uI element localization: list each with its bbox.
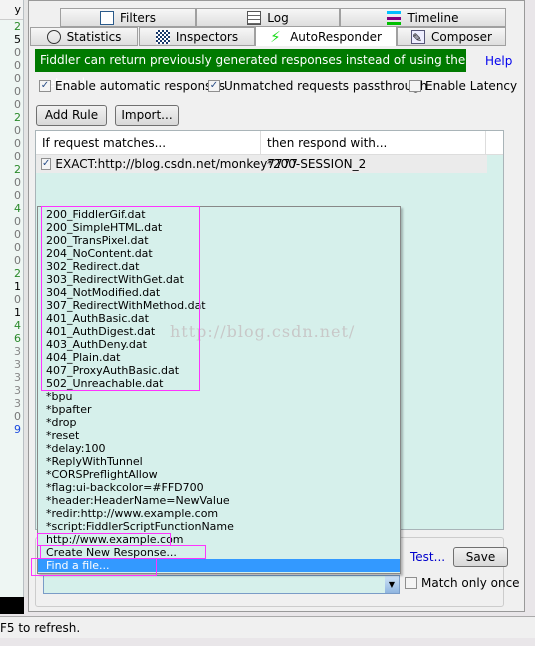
dropdown-arrow-icon[interactable]: ▼ [385, 576, 399, 593]
tab-filters[interactable]: Filters [60, 8, 196, 27]
inspectors-icon [155, 29, 170, 44]
info-banner: Fiddler can return previously generated … [35, 49, 466, 90]
session-row-cell[interactable]: 9 [0, 423, 23, 436]
checkbox-icon[interactable]: ✓ [39, 80, 51, 92]
session-row-cell[interactable]: 0 [0, 228, 23, 241]
dropdown-option[interactable]: *drop [38, 416, 400, 429]
rule-checkbox[interactable]: ✓ [41, 158, 52, 170]
column-header-match[interactable]: If request matches... [36, 131, 261, 154]
enable-automatic-responses-checkbox[interactable]: ✓ Enable automatic responses [39, 79, 225, 93]
table-row[interactable]: ✓ EXACT:http://blog.csdn.net/monkey7777 *… [36, 155, 487, 173]
session-row-cell[interactable]: 0 [0, 215, 23, 228]
session-row-cell[interactable]: 0 [0, 293, 23, 306]
session-row-cell[interactable]: 4 [0, 202, 23, 215]
timeline-icon [387, 10, 402, 25]
dropdown-option[interactable]: *bpafter [38, 403, 400, 416]
session-row-cell[interactable]: 0 [0, 137, 23, 150]
session-row-cell[interactable]: 6 [0, 332, 23, 345]
dropdown-option[interactable]: *delay:100 [38, 442, 400, 455]
session-row-cell[interactable]: 0 [0, 254, 23, 267]
session-row-cell[interactable]: 3 [0, 358, 23, 371]
checkbox-icon[interactable] [405, 577, 417, 589]
session-row-cell[interactable]: 0 [0, 189, 23, 202]
log-icon [247, 10, 262, 25]
stopwatch-icon [46, 29, 61, 44]
session-row-cell[interactable]: 3 [0, 371, 23, 384]
session-row-cell[interactable]: 5 [0, 33, 23, 46]
composer-icon: ✎ [411, 29, 426, 45]
lightning-icon: ⚡ [270, 27, 281, 46]
session-row-cell[interactable]: 2 [0, 111, 23, 124]
rule-response: *200-SESSION_2 [267, 157, 367, 171]
dropdown-option[interactable]: *reset [38, 429, 400, 442]
dropdown-option[interactable]: *ReplyWithTunnel [38, 455, 400, 468]
dropdown-option[interactable]: *bpu [38, 390, 400, 403]
dropdown-option[interactable]: *script:FiddlerScriptFunctionName [38, 520, 400, 533]
unmatched-passthrough-checkbox[interactable]: ✓ Unmatched requests passthrough [208, 79, 427, 93]
quickexec-box[interactable] [0, 597, 24, 614]
session-row-cell[interactable]: 0 [0, 85, 23, 98]
response-combo[interactable]: ▼ [43, 575, 400, 594]
dropdown-option[interactable]: *redir:http://www.example.com [38, 507, 400, 520]
session-row-cell[interactable]: 2 [0, 267, 23, 280]
session-row-cell[interactable]: 0 [0, 46, 23, 59]
session-list-column[interactable]: y 25000002000200400002101463333309 [0, 0, 24, 598]
highlight-box [41, 206, 200, 391]
session-row-cell[interactable]: 0 [0, 98, 23, 111]
session-row-cell[interactable]: 3 [0, 345, 23, 358]
checkbox-icon[interactable]: ✓ [208, 80, 220, 92]
add-rule-button[interactable]: Add Rule [36, 105, 107, 126]
session-row-cell[interactable]: 0 [0, 150, 23, 163]
highlight-box [31, 558, 157, 576]
match-only-once-checkbox[interactable]: Match only once [405, 576, 520, 590]
session-row-cell[interactable]: 2 [0, 20, 23, 33]
help-link[interactable]: Help [485, 54, 512, 68]
highlight-box [40, 545, 206, 559]
session-row-cell[interactable]: 3 [0, 397, 23, 410]
status-bar: F5 to refresh. [0, 616, 535, 638]
session-row-cell[interactable]: 2 [0, 163, 23, 176]
session-row-cell[interactable]: 4 [0, 319, 23, 332]
session-row-cell[interactable]: 0 [0, 59, 23, 72]
save-button[interactable]: Save [453, 547, 508, 567]
session-row-cell[interactable]: 1 [0, 280, 23, 293]
checkbox-icon[interactable] [409, 80, 421, 92]
session-row-cell[interactable]: 3 [0, 384, 23, 397]
session-row-cell[interactable]: 0 [0, 176, 23, 189]
enable-latency-checkbox[interactable]: Enable Latency [409, 79, 517, 93]
dropdown-option[interactable]: *flag:ui-backcolor=#FFD700 [38, 481, 400, 494]
session-row-cell[interactable]: 0 [0, 72, 23, 85]
session-row-cell[interactable]: 0 [0, 410, 23, 423]
import-button[interactable]: Import... [115, 105, 179, 126]
tab-inspectors[interactable]: Inspectors [139, 27, 255, 46]
tab-log[interactable]: Log [196, 8, 340, 27]
dropdown-option[interactable]: *header:HeaderName=NewValue [38, 494, 400, 507]
test-link[interactable]: Test... [410, 550, 445, 564]
column-header[interactable]: y [0, 0, 23, 20]
session-row-cell[interactable]: 0 [0, 241, 23, 254]
filters-icon [100, 10, 114, 25]
tab-autoresponder[interactable]: ⚡ AutoResponder [255, 26, 397, 46]
dropdown-option[interactable]: *CORSPreflightAllow [38, 468, 400, 481]
session-row-cell[interactable]: 0 [0, 124, 23, 137]
tab-statistics[interactable]: Statistics [30, 27, 138, 46]
session-row-cell[interactable]: 1 [0, 306, 23, 319]
tab-timeline[interactable]: Timeline [340, 8, 506, 27]
column-header-response[interactable]: then respond with... [261, 131, 486, 154]
tab-composer[interactable]: ✎ Composer [397, 27, 506, 46]
